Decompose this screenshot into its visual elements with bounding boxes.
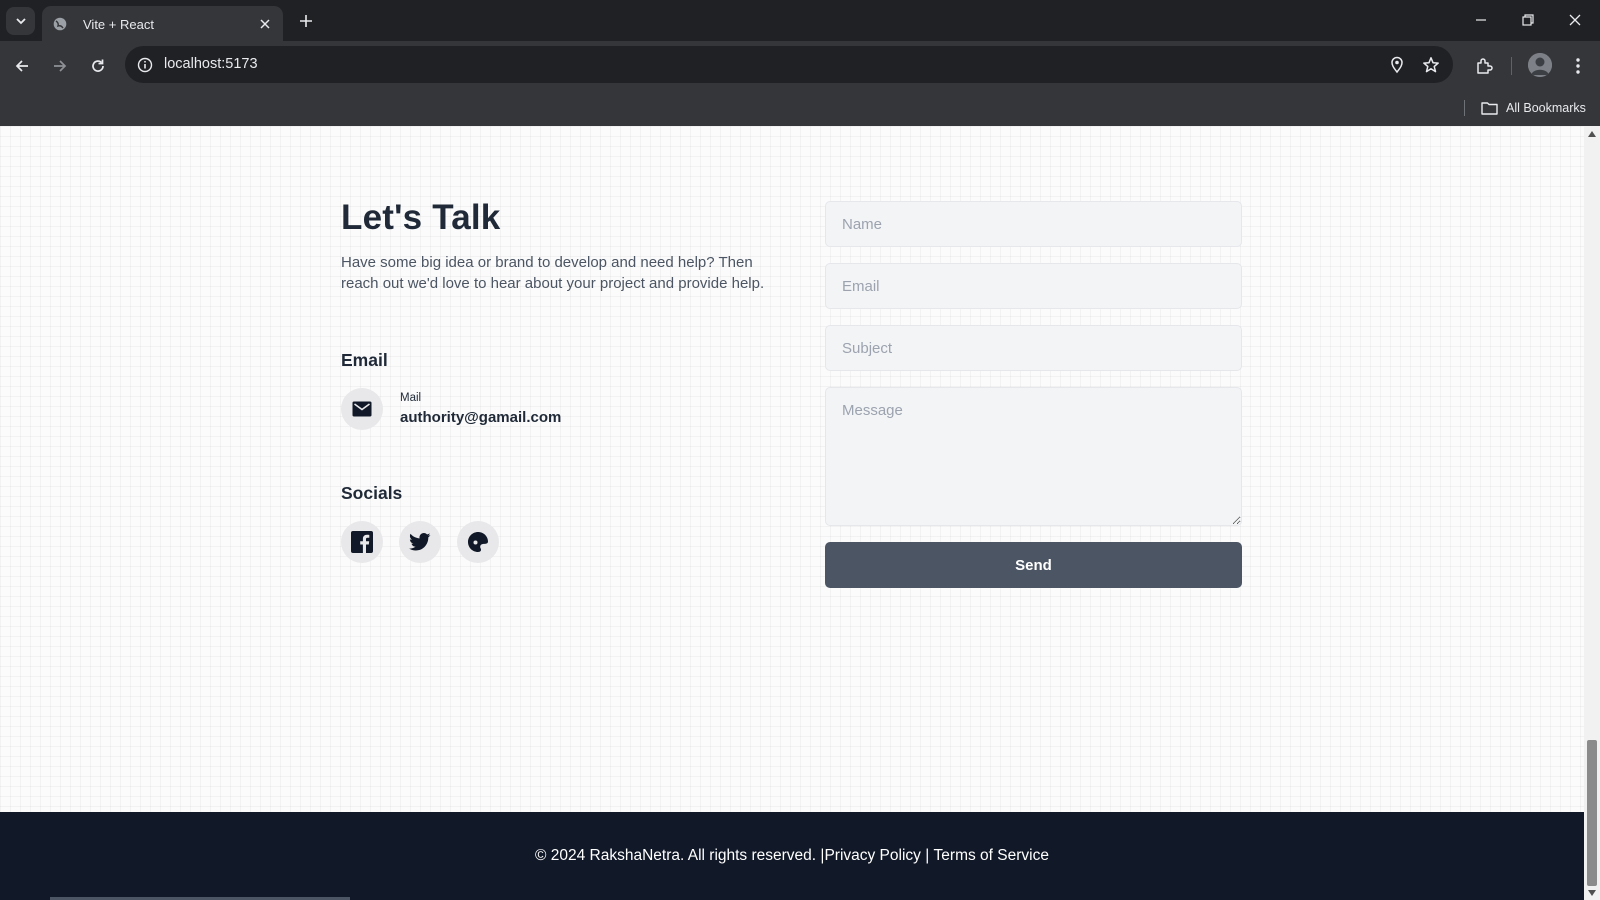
all-bookmarks-button[interactable]: All Bookmarks	[1481, 96, 1586, 120]
subject-input[interactable]	[825, 325, 1242, 371]
minimize-icon	[1476, 19, 1486, 21]
privacy-policy-link[interactable]: Privacy Policy	[824, 847, 920, 865]
page-footer: © 2024 RakshaNetra. All rights reserved.…	[0, 812, 1584, 900]
globe-icon	[52, 16, 68, 32]
mail-text: Mail authority@gamail.com	[400, 392, 561, 426]
mail-label: Mail	[400, 392, 422, 404]
name-input[interactable]	[825, 201, 1242, 247]
arrow-left-icon	[15, 60, 28, 72]
reload-icon	[92, 59, 104, 72]
twitter-icon[interactable]	[399, 521, 441, 563]
mail-contact: Mail authority@gamail.com	[341, 388, 561, 430]
extensions-icon[interactable]	[1470, 52, 1498, 80]
minimize-button[interactable]	[1466, 6, 1496, 34]
site-info-icon[interactable]	[133, 53, 157, 77]
footer-copyright: © 2024 RakshaNetra. All rights reserved.…	[535, 847, 825, 864]
send-button[interactable]: Send	[825, 542, 1242, 588]
intro-text: Have some big idea or brand to develop a…	[341, 254, 765, 292]
email-input[interactable]	[825, 263, 1242, 309]
address-bar[interactable]: localhost:5173	[125, 46, 1453, 83]
contact-form: Send	[825, 201, 1242, 588]
scroll-up-arrow-icon[interactable]	[1587, 129, 1597, 139]
bookmarks-bar: All Bookmarks	[0, 91, 1600, 126]
browser-toolbar: localhost:5173	[0, 41, 1600, 91]
close-icon	[1569, 14, 1581, 26]
socials-heading: Socials	[341, 483, 403, 503]
all-bookmarks-label: All Bookmarks	[1506, 101, 1586, 115]
location-icon[interactable]	[1385, 53, 1409, 77]
chevron-down-icon	[15, 18, 26, 25]
toolbar-divider	[1511, 57, 1512, 75]
facebook-icon[interactable]	[341, 521, 383, 563]
profile-avatar[interactable]	[1528, 53, 1552, 77]
new-tab-button[interactable]	[294, 9, 318, 33]
scrollbar-thumb[interactable]	[1587, 740, 1597, 886]
email-heading: Email	[341, 350, 388, 370]
social-links	[341, 521, 499, 563]
browser-tab[interactable]: Vite + React	[42, 6, 283, 42]
reload-button[interactable]	[83, 51, 113, 81]
threads-icon[interactable]	[457, 521, 499, 563]
arrow-right-icon	[54, 60, 67, 72]
restore-icon	[1522, 14, 1534, 26]
page-title: Let's Talk	[341, 198, 501, 237]
back-button[interactable]	[7, 51, 37, 81]
tab-title: Vite + React	[83, 16, 154, 32]
restore-button[interactable]	[1513, 6, 1543, 34]
star-icon[interactable]	[1419, 53, 1443, 77]
tab-search-button[interactable]	[6, 7, 35, 35]
address-url: localhost:5173	[164, 56, 258, 72]
page-viewport: Let's Talk Have some big idea or brand t…	[0, 126, 1584, 900]
close-tab-icon[interactable]	[253, 12, 277, 36]
contact-intro: Let's Talk Have some big idea or brand t…	[341, 198, 781, 294]
more-menu-icon[interactable]	[1564, 52, 1592, 80]
message-textarea[interactable]	[825, 387, 1242, 526]
scroll-down-arrow-icon[interactable]	[1587, 888, 1597, 898]
folder-icon	[1481, 102, 1498, 115]
plus-icon	[300, 15, 312, 27]
vertical-scrollbar[interactable]	[1584, 126, 1600, 900]
footer-separator: |	[920, 847, 934, 864]
mail-icon	[341, 388, 383, 430]
terms-of-service-link[interactable]: Terms of Service	[934, 847, 1049, 865]
tab-strip: Vite + React	[0, 0, 1600, 42]
forward-button[interactable]	[45, 51, 75, 81]
bookmarks-divider	[1464, 100, 1465, 116]
mail-address[interactable]: authority@gamail.com	[400, 409, 561, 426]
close-window-button[interactable]	[1560, 6, 1590, 34]
